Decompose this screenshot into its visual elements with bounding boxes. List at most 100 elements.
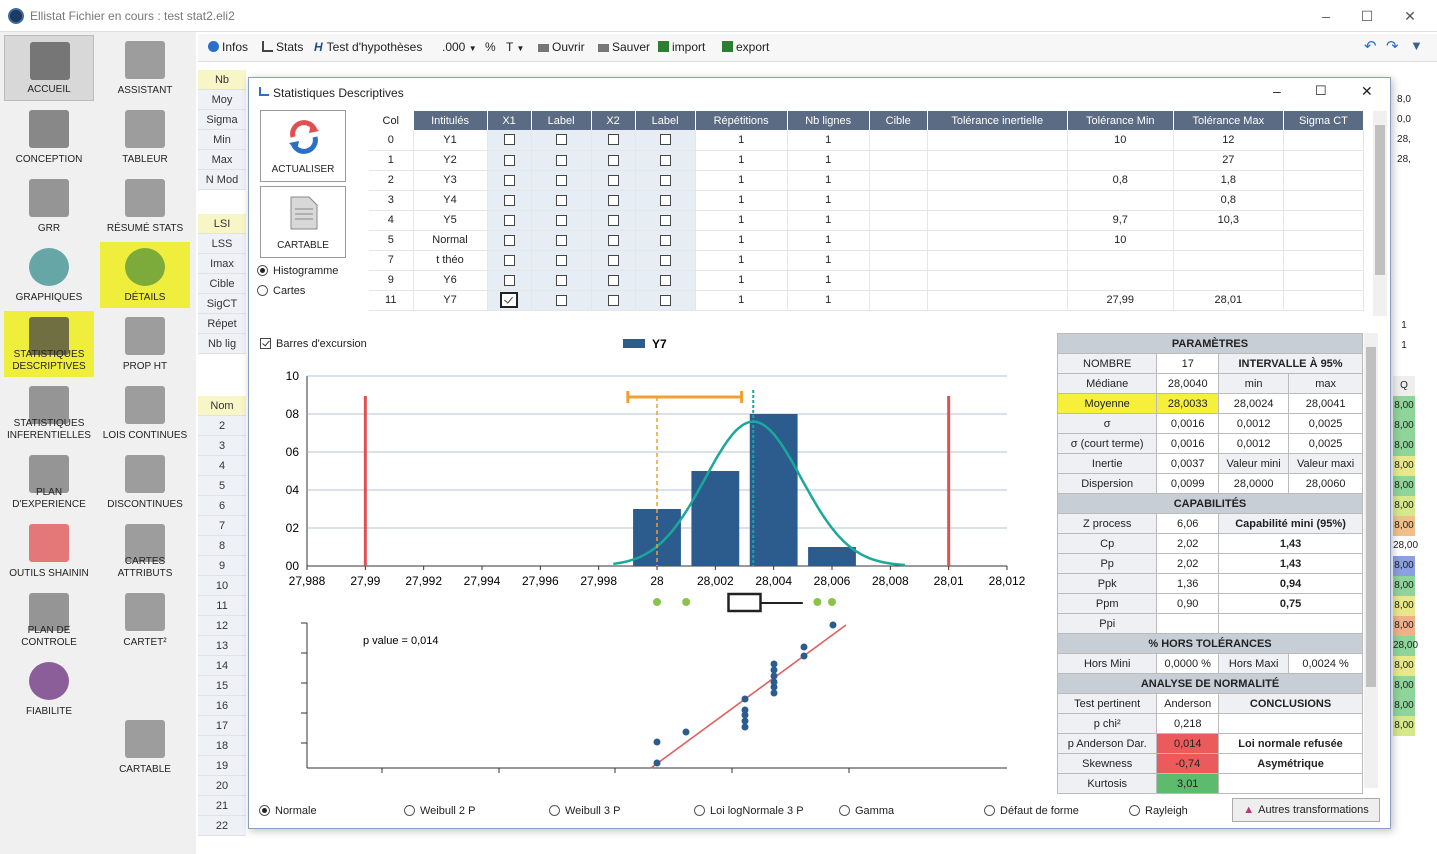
hypothesis-test-button[interactable]: H Test d'hypothèses [314, 40, 422, 54]
scrollbar-thumb[interactable] [1375, 125, 1385, 275]
distribution-radio[interactable]: Loi logNormale 3 P [694, 804, 804, 818]
sigma-ct-cell[interactable] [1283, 190, 1365, 211]
row-header[interactable]: 19 [198, 756, 246, 776]
table-scrollbar[interactable] [1373, 111, 1387, 316]
tolerance-min-cell[interactable] [1067, 190, 1174, 211]
name-cell[interactable]: Y6 [413, 270, 488, 291]
tolerance-max-cell[interactable] [1173, 230, 1284, 251]
row-header[interactable]: 5 [198, 476, 246, 496]
checkbox-cell[interactable] [531, 250, 592, 271]
sidebar-item-outils-shainin[interactable]: OUTILS SHAININ [4, 518, 94, 584]
row-header[interactable]: 14 [198, 656, 246, 676]
distribution-radio[interactable]: Rayleigh [1129, 804, 1188, 818]
name-cell[interactable]: Y2 [413, 150, 488, 171]
checkbox-icon[interactable] [555, 154, 567, 166]
checkbox-icon[interactable] [503, 214, 515, 226]
checkbox-cell[interactable] [635, 190, 696, 211]
tolerance-max-cell[interactable] [1173, 270, 1284, 291]
checkbox-cell[interactable] [487, 290, 532, 311]
checkbox-icon[interactable] [555, 274, 567, 286]
tolerance-max-cell[interactable]: 0,8 [1173, 190, 1284, 211]
sidebar-item-accueil[interactable]: ACCUEIL [4, 35, 94, 101]
cell[interactable]: 1 [1393, 336, 1415, 356]
checkbox-cell[interactable] [531, 210, 592, 231]
autres-transformations-button[interactable]: ▲ Autres transformations [1232, 798, 1380, 822]
tolerance-max-cell[interactable]: 28,01 [1173, 290, 1284, 311]
distribution-radio[interactable]: Weibull 2 P [404, 804, 475, 818]
checkbox-icon[interactable] [659, 134, 671, 146]
tolerance-inertielle-cell[interactable] [927, 190, 1068, 211]
name-cell[interactable]: Y7 [413, 290, 488, 311]
checkbox-cell[interactable] [531, 270, 592, 291]
repetitions-cell[interactable]: 1 [695, 190, 788, 211]
stats-button[interactable]: Stats [262, 40, 303, 54]
sigma-ct-cell[interactable] [1283, 270, 1365, 291]
checkbox-icon[interactable] [659, 154, 671, 166]
row-header[interactable]: Nb [198, 70, 246, 90]
checkbox-icon[interactable] [607, 294, 619, 306]
sidebar-item-cartes-attributs[interactable]: CARTES ATTRIBUTS [100, 518, 190, 584]
save-button[interactable]: Sauver [598, 40, 650, 54]
undo-icon[interactable]: ↶ [1364, 37, 1377, 55]
tolerance-inertielle-cell[interactable] [927, 150, 1068, 171]
sigma-ct-cell[interactable] [1283, 150, 1365, 171]
row-header[interactable]: Imax [198, 254, 246, 274]
filter-icon[interactable]: ▼ [1410, 38, 1423, 53]
name-cell[interactable]: Y5 [413, 210, 488, 231]
sidebar-item-discontinues[interactable]: DISCONTINUES [100, 449, 190, 515]
repetitions-cell[interactable]: 1 [695, 210, 788, 231]
sigma-ct-cell[interactable] [1283, 130, 1365, 151]
checkbox-cell[interactable] [635, 230, 696, 251]
sidebar-item-cartet-[interactable]: CARTET² [100, 587, 190, 653]
checkbox-checked-icon[interactable] [500, 292, 519, 308]
sidebar-item-plan-d-experience[interactable]: PLAN D'EXPERIENCE [4, 449, 94, 515]
row-header[interactable]: 8 [198, 536, 246, 556]
sigma-ct-cell[interactable] [1283, 250, 1365, 271]
checkbox-cell[interactable] [487, 270, 532, 291]
checkbox-icon[interactable] [503, 234, 515, 246]
table-row[interactable]: 1 Y2 1 1 27 [369, 150, 1365, 171]
repetitions-cell[interactable]: 1 [695, 150, 788, 171]
table-row[interactable]: 7t théo 1 1 [369, 250, 1365, 271]
checkbox-icon[interactable] [555, 254, 567, 266]
actualiser-button[interactable]: ACTUALISER [260, 110, 346, 182]
row-header[interactable]: 6 [198, 496, 246, 516]
name-cell[interactable]: Normal [413, 230, 488, 251]
row-header[interactable]: SigCT [198, 294, 246, 314]
checkbox-icon[interactable] [503, 134, 515, 146]
import-button[interactable]: import [658, 40, 705, 54]
cell[interactable]: 28, [1393, 150, 1415, 170]
nb-lignes-cell[interactable]: 1 [787, 210, 870, 231]
sigma-ct-cell[interactable] [1283, 210, 1365, 231]
row-header[interactable]: N Mod [198, 170, 246, 190]
checkbox-cell[interactable] [591, 130, 636, 151]
cell[interactable]: 8,00 [1393, 556, 1415, 576]
cell[interactable]: 8,00 [1393, 456, 1415, 476]
close-button[interactable]: ✕ [1400, 6, 1420, 26]
row-header[interactable]: 3 [198, 436, 246, 456]
row-header[interactable]: Répet [198, 314, 246, 334]
redo-icon[interactable]: ↷ [1386, 37, 1399, 55]
checkbox-cell[interactable] [531, 190, 592, 211]
tolerance-min-cell[interactable]: 0,8 [1067, 170, 1174, 191]
cible-cell[interactable] [869, 250, 928, 271]
checkbox-icon[interactable] [659, 174, 671, 186]
cible-cell[interactable] [869, 190, 928, 211]
cartable-button[interactable]: CARTABLE [260, 186, 346, 258]
checkbox-icon[interactable] [555, 194, 567, 206]
nb-lignes-cell[interactable]: 1 [787, 250, 870, 271]
checkbox-icon[interactable] [503, 154, 515, 166]
cible-cell[interactable] [869, 270, 928, 291]
row-header[interactable]: 21 [198, 796, 246, 816]
nb-lignes-cell[interactable]: 1 [787, 150, 870, 171]
checkbox-icon[interactable] [555, 134, 567, 146]
sidebar-item-fiabilite[interactable]: FIABILITE [4, 656, 94, 722]
checkbox-cell[interactable] [531, 230, 592, 251]
table-row[interactable]: 5 Normal 1 1 10 [369, 230, 1365, 251]
cell[interactable]: 8,00 [1393, 516, 1415, 536]
repetitions-cell[interactable]: 1 [695, 170, 788, 191]
checkbox-cell[interactable] [487, 190, 532, 211]
checkbox-icon[interactable] [607, 174, 619, 186]
percent-button[interactable]: % [485, 40, 496, 54]
cell[interactable]: 8,00 [1393, 476, 1415, 496]
